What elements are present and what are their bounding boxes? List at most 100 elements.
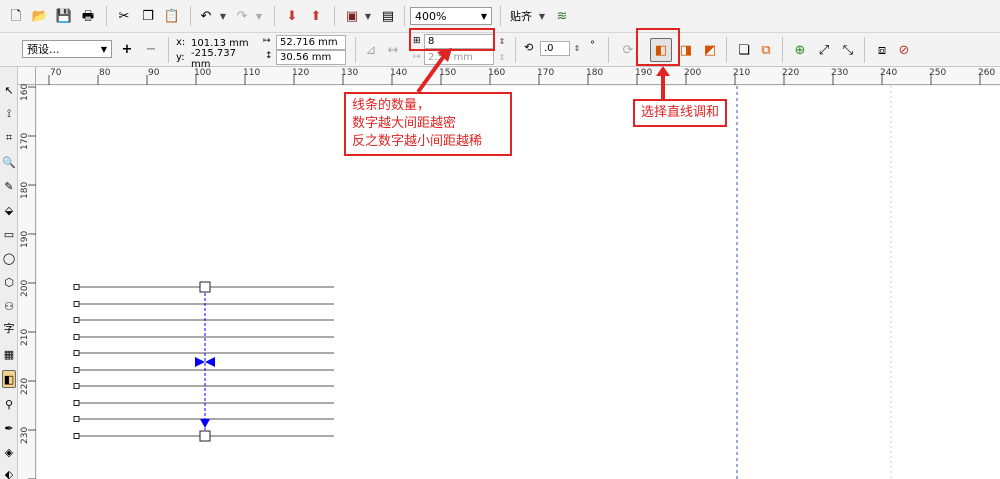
open-icon[interactable]: 📂 <box>30 5 50 27</box>
toolbox: ↖ ⟟ ⌗ 🔍 ✎ ⬙ ▭ ◯ ⬡ ⚇ 字 ▦ ◧ ⚲ ✒ ◈ ⬖ <box>0 67 18 479</box>
spacing-spinner[interactable]: ⇕ <box>497 50 507 65</box>
paste-icon[interactable]: 📋 <box>162 5 182 27</box>
smart-fill-tool-icon[interactable]: ⬙ <box>2 201 16 219</box>
more-blend-options-icon[interactable]: ⤡ <box>838 39 858 61</box>
drawing-canvas[interactable] <box>37 86 1000 479</box>
ruler-label: 220 <box>20 377 30 395</box>
clear-blend-icon[interactable]: ⊘ <box>894 39 914 61</box>
undo-dropdown-icon[interactable]: ▼ <box>216 5 230 27</box>
fill-tool-icon[interactable]: ◈ <box>2 443 16 461</box>
x-label: x: <box>176 37 186 48</box>
loop-blend-icon[interactable]: ⟳ <box>618 39 638 61</box>
ruler-label: 230 <box>831 68 849 78</box>
blend-direction-field[interactable]: .0 <box>540 41 570 56</box>
rectangle-tool-icon[interactable]: ▭ <box>2 225 16 243</box>
y-position-field[interactable]: -215.737 mm <box>188 48 258 70</box>
blend-spacing-field[interactable]: 2.54 mm <box>424 50 494 65</box>
preset-value: 预设... <box>27 43 60 56</box>
ruler-label: 230 <box>20 426 30 444</box>
crop-tool-icon[interactable]: ⌗ <box>2 129 16 147</box>
eyedropper-tool-icon[interactable]: ⚲ <box>2 395 16 413</box>
blend-steps-mode-icon[interactable]: ⊿ <box>362 39 380 61</box>
interactive-fill-tool-icon[interactable]: ⬖ <box>2 465 16 479</box>
direct-blend-highlight <box>636 28 680 66</box>
direction-spinner[interactable]: ⇕ <box>572 41 582 56</box>
snap-to-button[interactable]: 贴齐 <box>506 5 536 27</box>
import-icon[interactable]: ⬇ <box>282 5 302 27</box>
steps-callout: 线条的数量， 数字越大间距越密 反之数字越小间距越稀 <box>344 92 512 156</box>
ruler-label: 240 <box>880 68 898 78</box>
degree-symbol: ° <box>590 40 595 51</box>
undo-icon[interactable]: ↶ <box>196 5 216 27</box>
add-preset-button[interactable]: + <box>118 38 136 60</box>
height-icon: ↕ <box>265 51 273 61</box>
zoom-level-value: 400% <box>415 9 447 23</box>
blend-tool-icon[interactable]: ◧ <box>2 370 16 388</box>
preset-dropdown[interactable]: 预设... ▼ <box>22 40 112 58</box>
ruler-label: 170 <box>20 132 30 150</box>
outline-tool-icon[interactable]: ✒ <box>2 419 16 437</box>
app-launcher-icon[interactable]: ▣ <box>342 5 362 27</box>
chevron-down-icon: ▼ <box>480 11 487 21</box>
save-icon[interactable]: 💾 <box>54 5 74 27</box>
cut-icon[interactable]: ✂ <box>114 5 134 27</box>
width-icon: ↦ <box>263 36 271 46</box>
straight-blend-note: 选择直线调和 <box>641 105 720 120</box>
redo-icon[interactable]: ↷ <box>232 5 252 27</box>
steps-spinner[interactable]: ⇕ <box>497 34 507 49</box>
polygon-tool-icon[interactable]: ⬡ <box>2 273 16 291</box>
table-tool-icon[interactable]: ▦ <box>2 345 16 363</box>
ruler-label: 130 <box>341 68 359 78</box>
horizontal-ruler[interactable]: 70 80 90 100 110 120 130 140 150 160 170… <box>36 67 1000 85</box>
object-color-acceleration-icon[interactable]: ❏ <box>734 39 754 61</box>
counterclockwise-blend-icon[interactable]: ◩ <box>700 39 720 61</box>
ruler-label: 210 <box>20 328 30 346</box>
redo-dropdown-icon[interactable]: ▼ <box>252 5 266 27</box>
vertical-ruler[interactable]: 160 170 180 190 200 210 220 230 <box>18 83 36 479</box>
new-icon[interactable]: 🗋 <box>6 5 26 27</box>
snap-dropdown-icon[interactable]: ▼ <box>536 5 548 27</box>
shape-tool-icon[interactable]: ⟟ <box>2 105 16 123</box>
copy-blend-properties-icon[interactable]: ⧈ <box>872 39 892 61</box>
basic-shapes-tool-icon[interactable]: ⚇ <box>2 297 16 315</box>
start-end-properties-icon[interactable]: ⊕ <box>790 39 810 61</box>
remove-preset-button[interactable]: − <box>142 38 160 60</box>
property-bar: 预设... ▼ + − x: y: 101.13 mm -215.737 mm … <box>0 33 1000 70</box>
pick-tool-icon[interactable]: ↖ <box>2 81 16 99</box>
ruler-origin[interactable] <box>18 67 36 85</box>
object-width-field[interactable]: 52.716 mm <box>276 35 346 50</box>
print-icon[interactable]: 🖶 <box>78 5 98 27</box>
ruler-label: 160 <box>488 68 506 78</box>
ruler-label: 160 <box>20 83 30 101</box>
freehand-tool-icon[interactable]: ✎ <box>2 177 16 195</box>
straight-blend-callout: 选择直线调和 <box>633 99 728 127</box>
path-properties-icon[interactable]: ⤢ <box>814 39 834 61</box>
steps-field-highlight <box>409 28 495 51</box>
ruler-label: 150 <box>439 68 457 78</box>
ruler-label: 190 <box>20 230 30 248</box>
blend-spacing-mode-icon[interactable]: ↔ <box>384 39 402 61</box>
horizontal-ruler-ticks <box>48 75 981 85</box>
ruler-label: 210 <box>733 68 751 78</box>
zoom-level-dropdown[interactable]: 400% ▼ <box>410 7 492 25</box>
ruler-label: 100 <box>194 68 212 78</box>
snap-options-icon[interactable]: ≋ <box>552 5 572 27</box>
ellipse-tool-icon[interactable]: ◯ <box>2 249 16 267</box>
y-label: y: <box>176 52 185 63</box>
app-launcher-dropdown-icon[interactable]: ▼ <box>362 5 374 27</box>
blend-drawing <box>73 86 892 479</box>
ruler-label: 190 <box>635 68 653 78</box>
ruler-label: 70 <box>50 68 62 78</box>
ruler-label: 140 <box>390 68 408 78</box>
copy-icon[interactable]: ❐ <box>138 5 158 27</box>
acceleration-icon[interactable]: ⧉ <box>756 39 776 61</box>
standard-toolbar: 🗋 📂 💾 🖶 ✂ ❐ 📋 ↶ ▼ ↷ ▼ ⬇ ⬆ ▣ ▼ ▤ 400% ▼ 贴… <box>0 0 1000 33</box>
spacing-icon: ↦ <box>413 52 421 62</box>
export-icon[interactable]: ⬆ <box>306 5 326 27</box>
zoom-tool-icon[interactable]: 🔍 <box>2 153 16 171</box>
welcome-screen-icon[interactable]: ▤ <box>378 5 398 27</box>
object-height-field[interactable]: 30.56 mm <box>276 50 346 65</box>
ruler-label: 180 <box>586 68 604 78</box>
text-tool-icon[interactable]: 字 <box>2 319 16 337</box>
steps-note-line: 线条的数量， <box>352 98 431 113</box>
